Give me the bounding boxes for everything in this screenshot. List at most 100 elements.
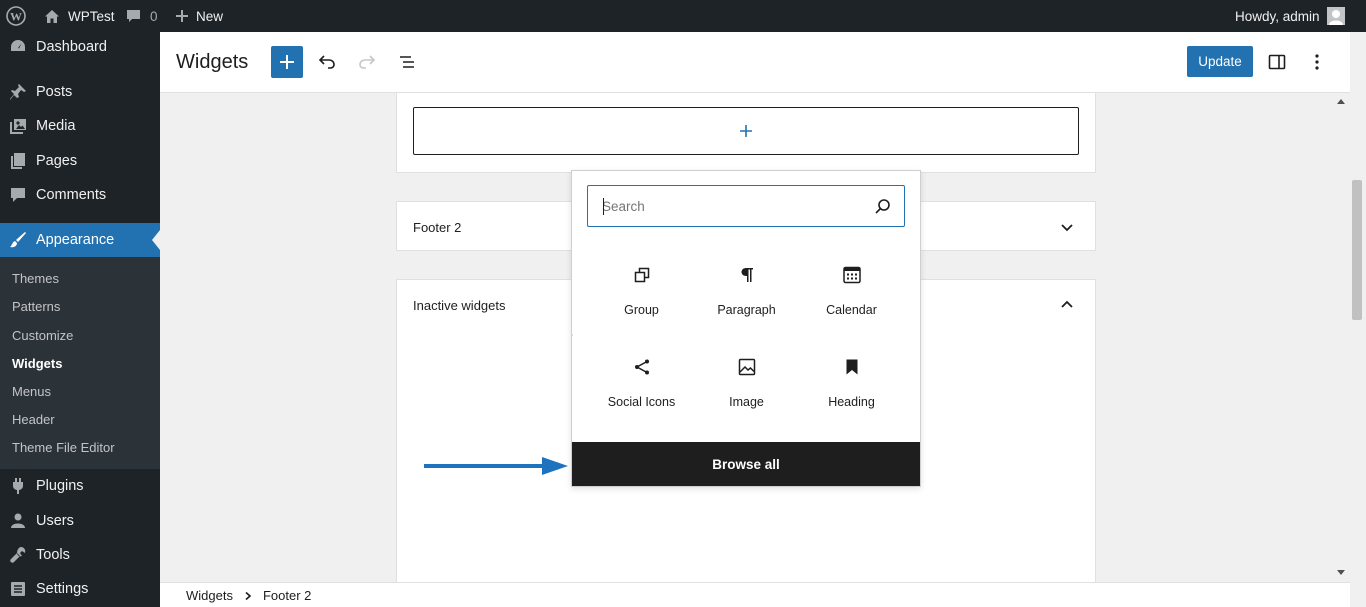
list-view-button[interactable] <box>391 46 423 78</box>
comments-count: 0 <box>150 8 158 24</box>
settings-sidebar-toggle[interactable] <box>1261 46 1293 78</box>
menu-item-comments[interactable]: Comments <box>0 178 160 212</box>
media-icon <box>0 117 36 135</box>
annotation-arrow <box>424 457 568 475</box>
settings-icon <box>0 580 36 598</box>
avatar <box>1326 7 1345 25</box>
menu-item-users[interactable]: Users <box>0 504 160 538</box>
image-icon <box>737 353 757 381</box>
chevron-up-icon[interactable] <box>1060 299 1074 309</box>
pushpin-icon <box>0 83 36 101</box>
submenu-item-widgets[interactable]: Widgets <box>12 356 62 371</box>
block-image[interactable]: Image <box>694 343 799 423</box>
canvas-scrollbar[interactable] <box>1330 93 1350 582</box>
menu-label: Settings <box>36 581 89 597</box>
menu-item-media[interactable]: Media <box>0 109 160 143</box>
wordpress-logo-icon[interactable]: W <box>6 0 28 32</box>
scroll-up-arrow-icon[interactable] <box>1336 97 1346 105</box>
chevron-down-icon[interactable] <box>1060 223 1074 233</box>
breadcrumb-item-widgets[interactable]: Widgets <box>186 588 233 603</box>
block-label: Image <box>729 395 764 409</box>
greeting: Howdy, admin <box>1235 8 1320 24</box>
menu-label: Users <box>36 513 74 529</box>
menu-item-pages[interactable]: Pages <box>0 144 160 178</box>
undo-button[interactable] <box>311 46 343 78</box>
svg-text:W: W <box>10 10 22 24</box>
block-group[interactable]: Group <box>589 251 694 331</box>
menu-item-appearance[interactable]: Appearance <box>0 223 160 257</box>
menu-item-tools[interactable]: Tools <box>0 538 160 572</box>
block-label: Paragraph <box>717 303 776 317</box>
plus-icon <box>740 125 752 137</box>
block-paragraph[interactable]: Paragraph <box>694 251 799 331</box>
inserter-grid-divider <box>572 334 573 336</box>
site-name-link[interactable]: WPTest <box>44 0 115 32</box>
submenu-item-patterns[interactable]: Patterns <box>12 299 60 314</box>
block-label: Heading <box>828 395 875 409</box>
breadcrumb: Widgets Footer 2 <box>186 588 311 603</box>
dashboard-icon <box>0 38 36 56</box>
browse-all-button[interactable]: Browse all <box>572 442 920 486</box>
update-button[interactable]: Update <box>1187 46 1253 77</box>
new-label: New <box>196 8 224 24</box>
menu-item-posts[interactable]: Posts <box>0 75 160 109</box>
new-content-link[interactable]: New <box>175 0 223 32</box>
breadcrumb-item-footer-2[interactable]: Footer 2 <box>263 588 311 603</box>
search-icon <box>875 199 890 214</box>
block-calendar[interactable]: Calendar <box>799 251 904 331</box>
block-heading[interactable]: Heading <box>799 343 904 423</box>
more-vertical-icon <box>1315 54 1319 70</box>
menu-item-dashboard[interactable]: Dashboard <box>0 32 160 64</box>
menu-label: Media <box>36 118 76 134</box>
menu-label: Pages <box>36 153 78 169</box>
submenu-item-theme-file-editor[interactable]: Theme File Editor <box>12 440 115 455</box>
scroll-down-arrow-icon[interactable] <box>1336 569 1346 577</box>
plugin-icon <box>0 477 36 495</box>
page-scrollbar-thumb[interactable] <box>1352 180 1362 320</box>
calendar-icon <box>842 261 862 289</box>
admin-bar: W WPTest 0 New Howdy, admin <box>0 0 1366 32</box>
redo-icon <box>359 55 376 69</box>
add-block-appender[interactable] <box>413 107 1079 155</box>
submenu-item-menus[interactable]: Menus <box>12 384 51 399</box>
menu-item-settings[interactable]: Settings <box>0 572 160 606</box>
sidebar-icon <box>1268 54 1286 70</box>
comments-link[interactable]: 0 <box>126 0 158 32</box>
submenu-item-themes[interactable]: Themes <box>12 271 59 286</box>
footer-1-panel <box>396 93 1096 173</box>
block-breadcrumb-bar: Widgets Footer 2 <box>160 582 1350 607</box>
paragraph-icon <box>739 261 755 289</box>
block-label: Group <box>624 303 659 317</box>
search-input[interactable] <box>602 196 862 216</box>
page-scrollbar[interactable] <box>1350 32 1366 607</box>
block-label: Calendar <box>826 303 877 317</box>
wrench-icon <box>0 546 36 564</box>
browse-all-label: Browse all <box>712 456 780 472</box>
plus-icon <box>175 9 189 23</box>
bookmark-icon <box>844 353 860 381</box>
my-account-link[interactable]: Howdy, admin <box>1235 0 1345 32</box>
appearance-submenu: Themes Patterns Customize Widgets Menus … <box>0 257 160 469</box>
redo-button[interactable] <box>351 46 383 78</box>
pages-icon <box>0 152 36 170</box>
comment-bubble-icon <box>126 9 141 23</box>
home-icon <box>44 9 60 24</box>
block-inserter-popover: Group Paragraph Calendar Social Icons Im… <box>571 170 921 487</box>
menu-item-plugins[interactable]: Plugins <box>0 469 160 503</box>
menu-label: Comments <box>36 187 107 203</box>
menu-label: Appearance <box>36 232 115 248</box>
footer-2-title: Footer 2 <box>413 220 462 235</box>
search-box[interactable] <box>587 185 905 227</box>
comment-icon <box>0 186 36 204</box>
update-label: Update <box>1198 54 1242 69</box>
text-caret <box>603 198 604 215</box>
undo-icon <box>318 55 335 69</box>
menu-label: Dashboard <box>36 39 107 55</box>
page-title: Widgets <box>176 51 249 73</box>
submenu-item-header[interactable]: Header <box>12 412 55 427</box>
block-social-icons[interactable]: Social Icons <box>589 343 694 423</box>
add-block-button[interactable] <box>271 46 303 78</box>
submenu-item-customize[interactable]: Customize <box>12 328 73 343</box>
chevron-right-icon <box>245 591 252 600</box>
options-menu-button[interactable] <box>1301 46 1333 78</box>
